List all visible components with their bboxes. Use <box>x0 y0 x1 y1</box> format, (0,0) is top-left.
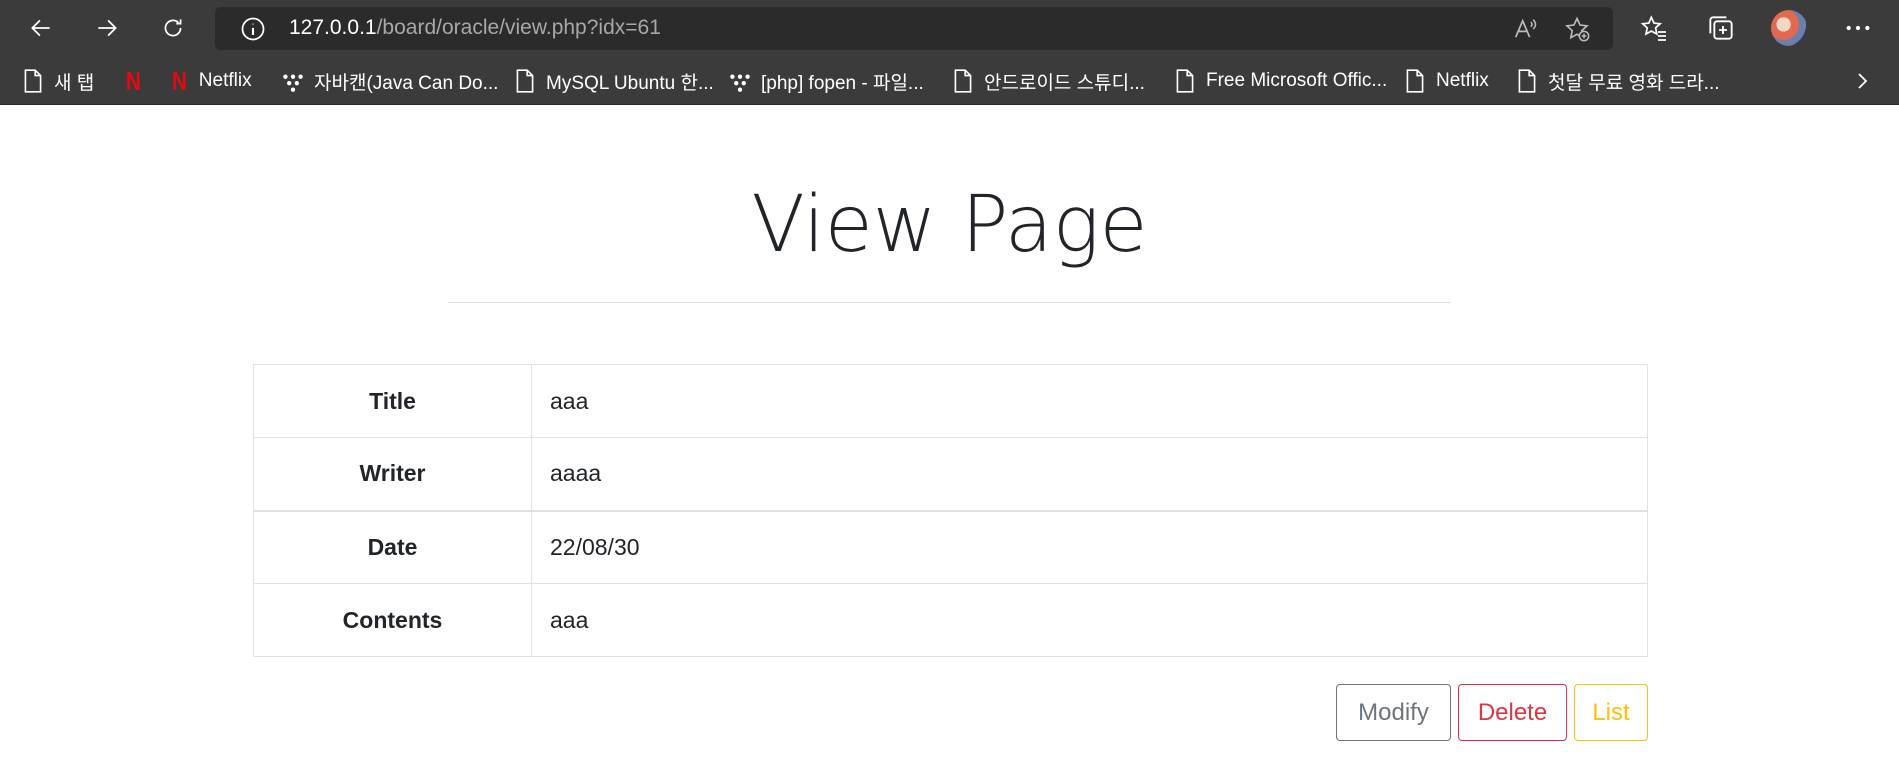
bookmark-item[interactable]: 새 탭 <box>22 67 94 95</box>
more-options-icon[interactable] <box>1842 12 1874 44</box>
bookmark-label: 안드로이드 스튜디... <box>984 72 1145 94</box>
favorites-icon[interactable] <box>1638 12 1670 44</box>
row-label: Contents <box>253 583 532 657</box>
row-value: aaa <box>531 364 1648 438</box>
row-label: Title <box>253 364 532 438</box>
bookmark-item[interactable]: [php] fopen - 파일... <box>729 67 924 95</box>
bookmark-label: 첫달 무료 영화 드라... <box>1548 72 1720 94</box>
bookmark-item[interactable]: 자바캔(Java Can Do... <box>282 67 498 95</box>
address-bar[interactable]: 127.0.0.1/board/oracle/view.php?idx=61 <box>215 7 1613 50</box>
profile-avatar[interactable] <box>1771 10 1807 46</box>
refresh-button[interactable] <box>153 8 193 48</box>
title-divider <box>448 302 1451 303</box>
bookmark-item[interactable]: Netflix <box>1404 67 1489 95</box>
add-favorite-icon[interactable] <box>1563 15 1591 43</box>
refresh-icon <box>164 19 182 37</box>
page-icon <box>1406 69 1424 93</box>
read-aloud-icon[interactable] <box>1511 15 1539 43</box>
forward-button[interactable] <box>87 8 127 48</box>
row-value: aaaa <box>531 437 1648 511</box>
table-row: Contents aaa <box>253 583 1648 657</box>
collections-icon[interactable] <box>1705 12 1737 44</box>
bookmark-label: [php] fopen - 파일... <box>761 72 924 94</box>
chevron-right-icon[interactable] <box>1850 69 1874 93</box>
list-button[interactable]: List <box>1574 684 1648 741</box>
page-title: View Page <box>751 180 1148 270</box>
bookmark-label: 자바캔(Java Can Do... <box>314 72 499 94</box>
row-value: aaa <box>531 583 1648 657</box>
row-label: Writer <box>253 437 532 511</box>
arrow-left-icon <box>31 19 50 37</box>
page-icon <box>1176 69 1194 93</box>
page-icon <box>516 69 534 93</box>
bookmark-item[interactable]: 안드로이드 스튜디... <box>952 67 1145 95</box>
url-host: 127.0.0.1 <box>289 16 377 39</box>
bookmark-item[interactable]: MySQL Ubuntu 한... <box>514 67 714 95</box>
table-row: Title aaa <box>253 364 1648 438</box>
dots-icon <box>283 74 303 92</box>
bookmark-item[interactable]: N <box>124 65 153 96</box>
bookmarks-bar: 새 탭 N N Netflix 자바캔(Java Can Do... MySQL… <box>0 57 1899 105</box>
netflix-logo-icon: N <box>125 65 141 96</box>
bookmark-item[interactable]: 첫달 무료 영화 드라... <box>1516 67 1720 95</box>
page-icon <box>24 69 42 93</box>
url-text[interactable]: 127.0.0.1/board/oracle/view.php?idx=61 <box>289 16 661 40</box>
modify-button[interactable]: Modify <box>1336 684 1451 741</box>
table-row: Date 22/08/30 <box>253 509 1648 584</box>
post-detail-table: Title aaa Writer aaaa Date 22/08/30 Cont… <box>253 364 1648 657</box>
arrow-right-icon <box>98 19 117 37</box>
bookmark-label: MySQL Ubuntu 한... <box>546 72 714 94</box>
bookmark-label: Netflix <box>1436 70 1489 91</box>
bookmark-item[interactable]: N Netflix <box>170 65 252 96</box>
row-value: 22/08/30 <box>531 509 1648 584</box>
page-icon <box>954 69 972 93</box>
bookmark-item[interactable]: Free Microsoft Offic... <box>1174 67 1387 95</box>
delete-button[interactable]: Delete <box>1458 684 1567 741</box>
info-icon[interactable] <box>239 15 267 43</box>
table-row: Writer aaaa <box>253 437 1648 511</box>
netflix-logo-icon: N <box>171 65 187 96</box>
page-icon <box>1518 69 1536 93</box>
url-path: /board/oracle/view.php?idx=61 <box>376 16 661 39</box>
back-button[interactable] <box>21 8 61 48</box>
browser-toolbar: 127.0.0.1/board/oracle/view.php?idx=61 <box>0 0 1899 57</box>
row-label: Date <box>253 509 532 584</box>
bookmark-label: Netflix <box>198 70 252 91</box>
bookmark-label: 새 탭 <box>54 72 95 94</box>
bookmark-label: Free Microsoft Offic... <box>1206 70 1388 91</box>
dots-icon <box>730 74 750 92</box>
